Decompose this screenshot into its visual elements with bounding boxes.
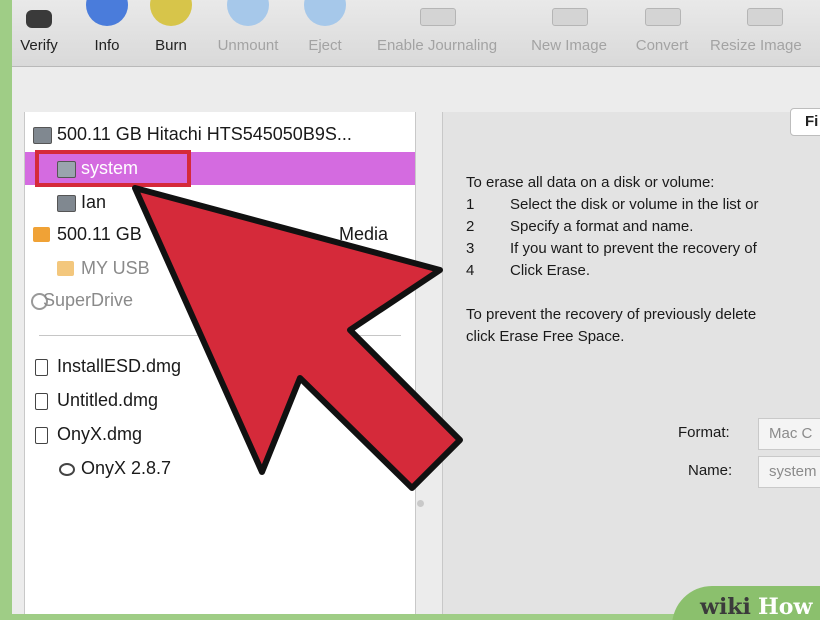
pointer-arrow-overlay [132,185,463,491]
watermark-part2: How [758,594,813,620]
red-arrow-icon [132,185,463,491]
watermark-part1: wiki [700,594,751,620]
wikihow-watermark: wiki How [672,586,820,620]
screenshot-frame: Verify Info Burn Unmount Eject Enable Jo… [0,0,820,620]
